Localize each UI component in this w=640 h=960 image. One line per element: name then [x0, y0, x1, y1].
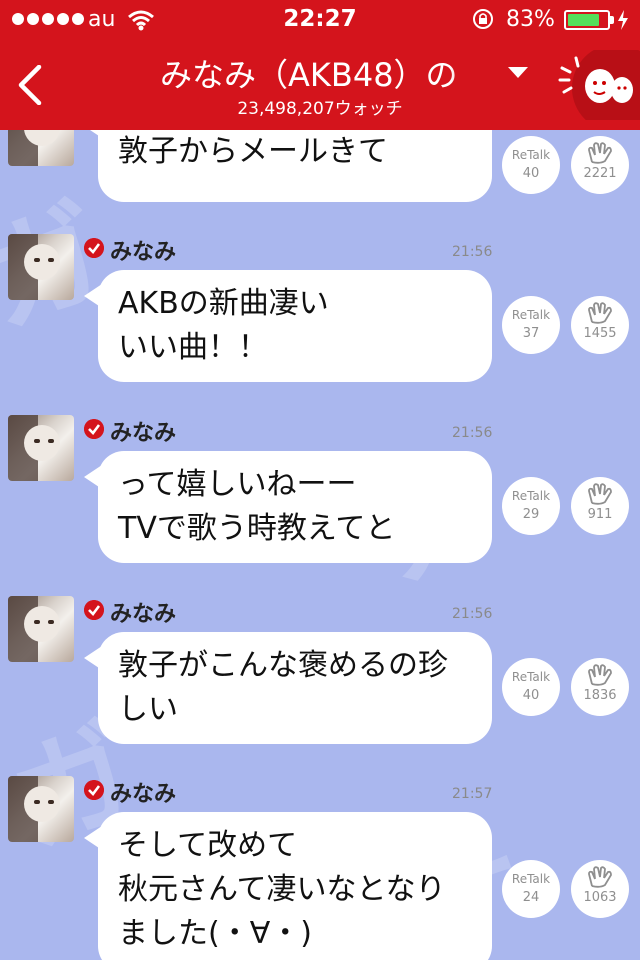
battery-level: [568, 14, 599, 26]
message-line: いい曲！！: [118, 330, 268, 365]
mascot-icon[interactable]: [556, 50, 640, 120]
message-bubble: AKBの新曲凄い いい曲！！: [84, 270, 492, 382]
message-time: 21:56: [452, 244, 493, 260]
clap-icon: [588, 302, 612, 324]
status-bar: au 22:27 83%: [0, 0, 640, 40]
retalk-button[interactable]: ReTalk 40: [502, 658, 560, 716]
sender-name[interactable]: みなみ: [110, 234, 176, 266]
avatar[interactable]: [8, 130, 74, 166]
clap-count: 1455: [583, 326, 617, 341]
verified-check-icon: [84, 780, 104, 800]
battery-percent: 83%: [506, 7, 555, 32]
clap-button[interactable]: 1455: [571, 296, 629, 354]
retalk-count: 29: [522, 507, 540, 522]
retalk-label: ReTalk: [511, 148, 551, 162]
app-header: au 22:27 83% みなみ（AKB48）の 23,498,207ウォッチ: [0, 0, 640, 130]
clap-icon: [588, 142, 612, 164]
message-line: AKBの新曲凄い: [118, 286, 329, 321]
clap-button[interactable]: 911: [571, 477, 629, 535]
dropdown-triangle-icon[interactable]: [506, 64, 530, 80]
watch-count: 23,498,207ウォッチ: [0, 94, 640, 119]
sender-name[interactable]: みなみ: [110, 776, 176, 808]
clap-count: 1063: [583, 890, 617, 905]
avatar[interactable]: [8, 596, 74, 662]
message-bubble: 敦子がこんな褒めるの珍 しい: [84, 632, 492, 744]
message-line: そして改めて: [118, 828, 298, 863]
message-line: 敦子からメールきて: [118, 134, 388, 169]
retalk-label: ReTalk: [511, 308, 551, 322]
avatar[interactable]: [8, 234, 74, 300]
clap-count: 2221: [583, 166, 617, 181]
charging-bolt-icon: [618, 10, 628, 30]
retalk-button[interactable]: ReTalk 40: [502, 136, 560, 194]
avatar[interactable]: [8, 415, 74, 481]
message-time: 21:56: [452, 606, 493, 622]
clap-count: 911: [587, 507, 613, 522]
retalk-label: ReTalk: [511, 489, 551, 503]
retalk-button[interactable]: ReTalk 37: [502, 296, 560, 354]
message-line: しい: [118, 692, 178, 727]
message-bubble: って嬉しいねーー TVで歌う時教えてと: [84, 451, 492, 563]
clap-icon: [588, 664, 612, 686]
watch-count-text: 23,498,207ウォッチ: [237, 99, 403, 119]
message-line: って嬉しいねーー: [118, 467, 357, 502]
message-line: TVで歌う時教えてと: [118, 511, 396, 546]
battery-tip: [610, 16, 614, 24]
retalk-button[interactable]: ReTalk 29: [502, 477, 560, 535]
retalk-button[interactable]: ReTalk 24: [502, 860, 560, 918]
clap-count: 1836: [583, 688, 617, 703]
message-bubble: 敦子からメールきて: [84, 130, 492, 202]
page-title: みなみ（AKB48）の: [160, 50, 490, 96]
orientation-lock-icon: [473, 9, 493, 29]
chat-area[interactable]: ガ チ ガ チ 敦子からメールきて ReTalk 40 2221 みなみ 21:…: [0, 130, 640, 960]
avatar[interactable]: [8, 776, 74, 842]
clap-icon: [588, 866, 612, 888]
battery-icon: [564, 10, 610, 30]
sender-name[interactable]: みなみ: [110, 415, 176, 447]
retalk-label: ReTalk: [511, 872, 551, 886]
message-line: 秋元さんて凄いなとなり: [118, 872, 446, 907]
clap-button[interactable]: 2221: [571, 136, 629, 194]
retalk-count: 40: [522, 688, 540, 703]
sender-name[interactable]: みなみ: [110, 596, 176, 628]
message-line: ました(・∀・): [118, 916, 312, 951]
message-time: 21:57: [452, 786, 493, 802]
retalk-count: 37: [522, 326, 540, 341]
retalk-count: 40: [522, 166, 540, 181]
verified-check-icon: [84, 419, 104, 439]
verified-check-icon: [84, 600, 104, 620]
message-bubble: そして改めて 秋元さんて凄いなとなり ました(・∀・): [84, 812, 492, 960]
clap-button[interactable]: 1836: [571, 658, 629, 716]
clap-button[interactable]: 1063: [571, 860, 629, 918]
clap-icon: [588, 483, 612, 505]
message-line: 敦子がこんな褒めるの珍: [118, 648, 448, 683]
message-time: 21:56: [452, 425, 493, 441]
retalk-count: 24: [522, 890, 540, 905]
retalk-label: ReTalk: [511, 670, 551, 684]
verified-check-icon: [84, 238, 104, 258]
